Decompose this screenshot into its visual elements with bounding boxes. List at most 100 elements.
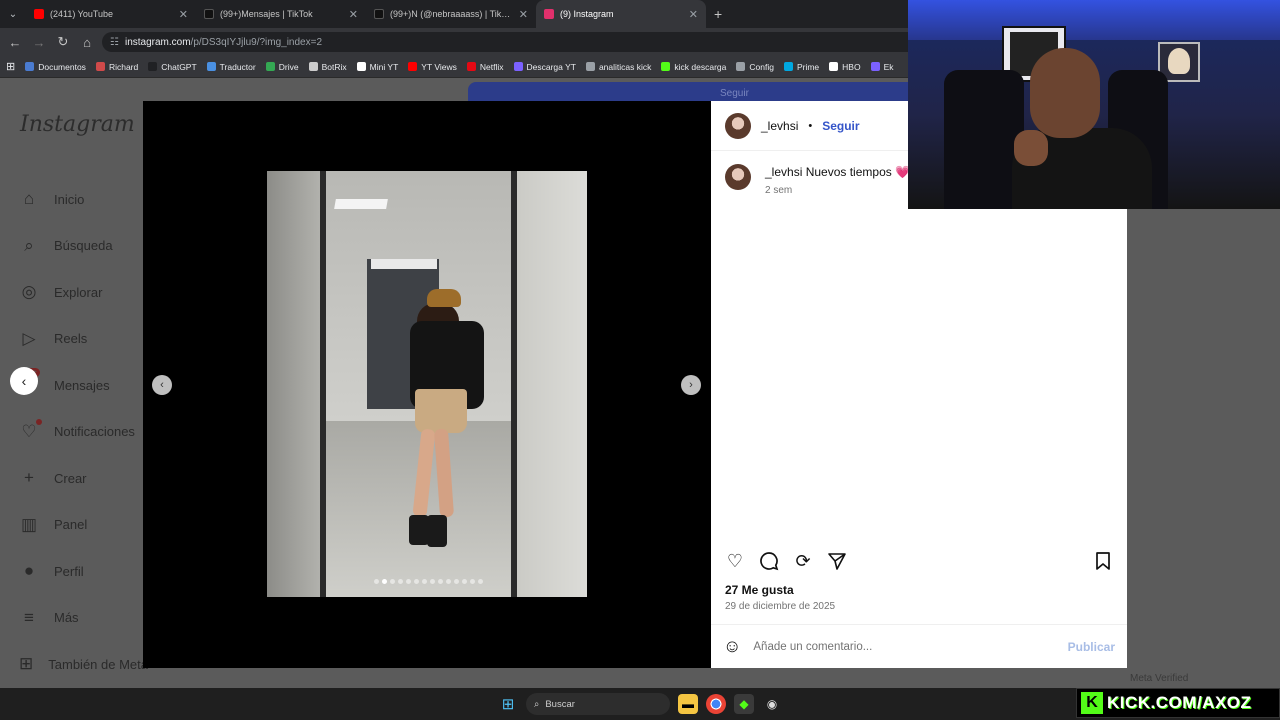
bookmark-item[interactable]: BotRix xyxy=(308,62,347,72)
bookmark-label: Richard xyxy=(108,61,139,72)
carousel-indicator xyxy=(374,579,483,584)
close-icon[interactable]: ✕ xyxy=(179,8,188,21)
carousel-dot xyxy=(406,579,411,584)
sidebar-item-meta-apps[interactable]: ⊞ También de Meta xyxy=(18,641,148,688)
app-icon[interactable]: ◆ xyxy=(734,694,754,714)
home-icon: ⌂ xyxy=(23,189,35,209)
obs-icon[interactable]: ◉ xyxy=(762,694,782,714)
bookmark-item[interactable]: Documentos xyxy=(25,62,86,72)
likes-count[interactable]: 27 Me gusta xyxy=(725,583,794,597)
tab-tiktok-profile[interactable]: (99+)N (@nebraaaass) | TikTok ✕ xyxy=(366,0,536,28)
bookmark-item[interactable]: analiticas kick xyxy=(585,62,651,72)
comment-icon[interactable] xyxy=(758,550,780,572)
address-bar[interactable]: ☷ instagram.com/p/DS3qIYJjlu9/?img_index… xyxy=(102,32,1002,52)
bookmark-label: kick descarga xyxy=(674,61,727,72)
tab-title: (99+)N (@nebraaaass) | TikTok xyxy=(390,9,513,19)
file-explorer-icon[interactable]: ▬ xyxy=(678,694,698,714)
webcam-background xyxy=(908,0,1280,40)
avatar[interactable] xyxy=(725,112,751,139)
sidebar-nav: ⌂ Inicio ⌕ Búsqueda ◎ Explorar ▷ Reels ✉9+Mensaj… xyxy=(18,176,148,688)
sidebar-item-label: Búsqueda xyxy=(54,238,113,254)
sidebar-item-search[interactable]: ⌕ Búsqueda xyxy=(18,223,148,270)
sidebar-item-messages[interactable]: ✉9+Mensajes xyxy=(18,362,148,409)
bookmark-item[interactable]: kick descarga xyxy=(661,62,726,72)
tab-youtube[interactable]: (2411) YouTube ✕ xyxy=(26,0,196,28)
tab-title: (9) Instagram xyxy=(560,9,614,19)
sidebar-item-reels[interactable]: ▷ Reels xyxy=(18,316,148,363)
bookmark-label: Documentos xyxy=(38,61,86,72)
taskbar-search-placeholder: Buscar xyxy=(545,698,575,710)
bookmark-item[interactable]: Config xyxy=(736,62,774,72)
bookmark-item[interactable]: Richard xyxy=(95,61,139,72)
avatar[interactable] xyxy=(725,164,751,190)
tab-search-icon[interactable]: ⌄ xyxy=(0,0,26,28)
sidebar-item-dashboard[interactable]: ▥ Panel xyxy=(18,502,148,549)
sidebar-item-label: Panel xyxy=(54,517,88,533)
bookmark-item[interactable]: Drive xyxy=(265,62,299,72)
taskbar-search[interactable]: ⌕ Buscar xyxy=(526,693,670,715)
sidebar-item-menu[interactable]: ≡ Más xyxy=(18,595,148,642)
apps-icon[interactable]: ⊞ xyxy=(6,60,15,73)
sidebar-item-compass[interactable]: ◎ Explorar xyxy=(18,269,148,316)
post-photo[interactable] xyxy=(267,171,587,597)
close-icon[interactable]: ✕ xyxy=(349,8,358,21)
photo-person xyxy=(409,515,429,545)
carousel-next-button[interactable]: › xyxy=(681,375,701,395)
notification-dot xyxy=(36,418,42,425)
close-icon[interactable]: ✕ xyxy=(519,8,528,21)
emoji-icon[interactable]: ☺ xyxy=(723,636,741,657)
carousel-dot xyxy=(422,579,427,584)
caption-username[interactable]: _levhsi xyxy=(765,165,802,179)
bookmark-item[interactable]: ChatGPT xyxy=(148,62,197,72)
chrome-icon[interactable] xyxy=(706,694,726,714)
sidebar-item-heart[interactable]: ♡ Notificaciones xyxy=(18,409,148,456)
forward-icon[interactable]: → xyxy=(30,33,48,51)
bookmark-item[interactable]: YT Views xyxy=(408,62,457,72)
site-info-icon[interactable]: ☷ xyxy=(110,37,119,48)
close-icon[interactable]: ✕ xyxy=(689,8,698,21)
bookmark-favicon-icon xyxy=(513,62,523,71)
tab-tiktok-messages[interactable]: (99+)Mensajes | TikTok ✕ xyxy=(196,0,366,28)
bookmark-favicon-icon xyxy=(408,62,418,71)
bookmark-favicon-icon xyxy=(661,62,671,71)
bookmark-item[interactable]: Netflix xyxy=(466,62,504,72)
home-icon[interactable]: ⌂ xyxy=(78,33,96,51)
carousel-dot xyxy=(414,579,419,584)
like-icon[interactable]: ♡ xyxy=(724,550,746,572)
bookmark-item[interactable]: HBO xyxy=(829,62,861,72)
carousel-prev-button[interactable]: ‹ xyxy=(152,375,172,395)
reload-icon[interactable]: ↻ xyxy=(54,33,72,51)
sidebar-item-home[interactable]: ⌂ Inicio xyxy=(18,176,148,223)
bookmark-label: Prime xyxy=(796,61,820,72)
post-date: 29 de diciembre de 2025 xyxy=(725,601,836,612)
publish-button[interactable]: Publicar xyxy=(1068,640,1115,654)
sidebar-item-profile[interactable]: ● Perfil xyxy=(18,548,148,595)
comment-input[interactable] xyxy=(753,640,1056,653)
instagram-logo[interactable]: Instagram xyxy=(20,112,135,137)
bookmark-item[interactable]: Ek xyxy=(870,62,893,72)
bookmark-item[interactable]: Mini YT xyxy=(356,61,399,72)
bookmark-label: Config xyxy=(749,61,774,72)
bookmark-icon[interactable] xyxy=(1092,550,1114,572)
instagram-icon xyxy=(544,9,554,19)
bookmark-item[interactable]: Traductor xyxy=(206,62,256,72)
share-icon[interactable] xyxy=(826,550,848,572)
post-username[interactable]: _levhsi xyxy=(761,119,798,133)
bookmark-favicon-icon xyxy=(736,62,746,71)
back-icon[interactable]: ← xyxy=(6,33,24,51)
menu-icon: ≡ xyxy=(24,607,34,627)
bookmark-label: Mini YT xyxy=(369,61,399,72)
bookmark-item[interactable]: Descarga YT xyxy=(513,62,576,72)
previous-post-button[interactable]: ‹ xyxy=(10,367,38,395)
sidebar-item-plus[interactable]: + Crear xyxy=(18,455,148,502)
tiktok-icon xyxy=(374,9,384,19)
follow-button[interactable]: Seguir xyxy=(822,119,859,133)
sidebar-item-label: Inicio xyxy=(54,191,85,207)
repost-icon[interactable]: ⟳ xyxy=(792,550,814,572)
new-tab-button[interactable]: + xyxy=(706,6,730,22)
bookmark-item[interactable]: Prime xyxy=(783,61,820,72)
streamer xyxy=(1030,48,1100,138)
kick-overlay: K KICK.COM/AXOZ xyxy=(1076,688,1280,718)
tab-instagram[interactable]: (9) Instagram ✕ xyxy=(536,0,706,28)
windows-start-icon[interactable]: ⊞ xyxy=(498,694,518,714)
